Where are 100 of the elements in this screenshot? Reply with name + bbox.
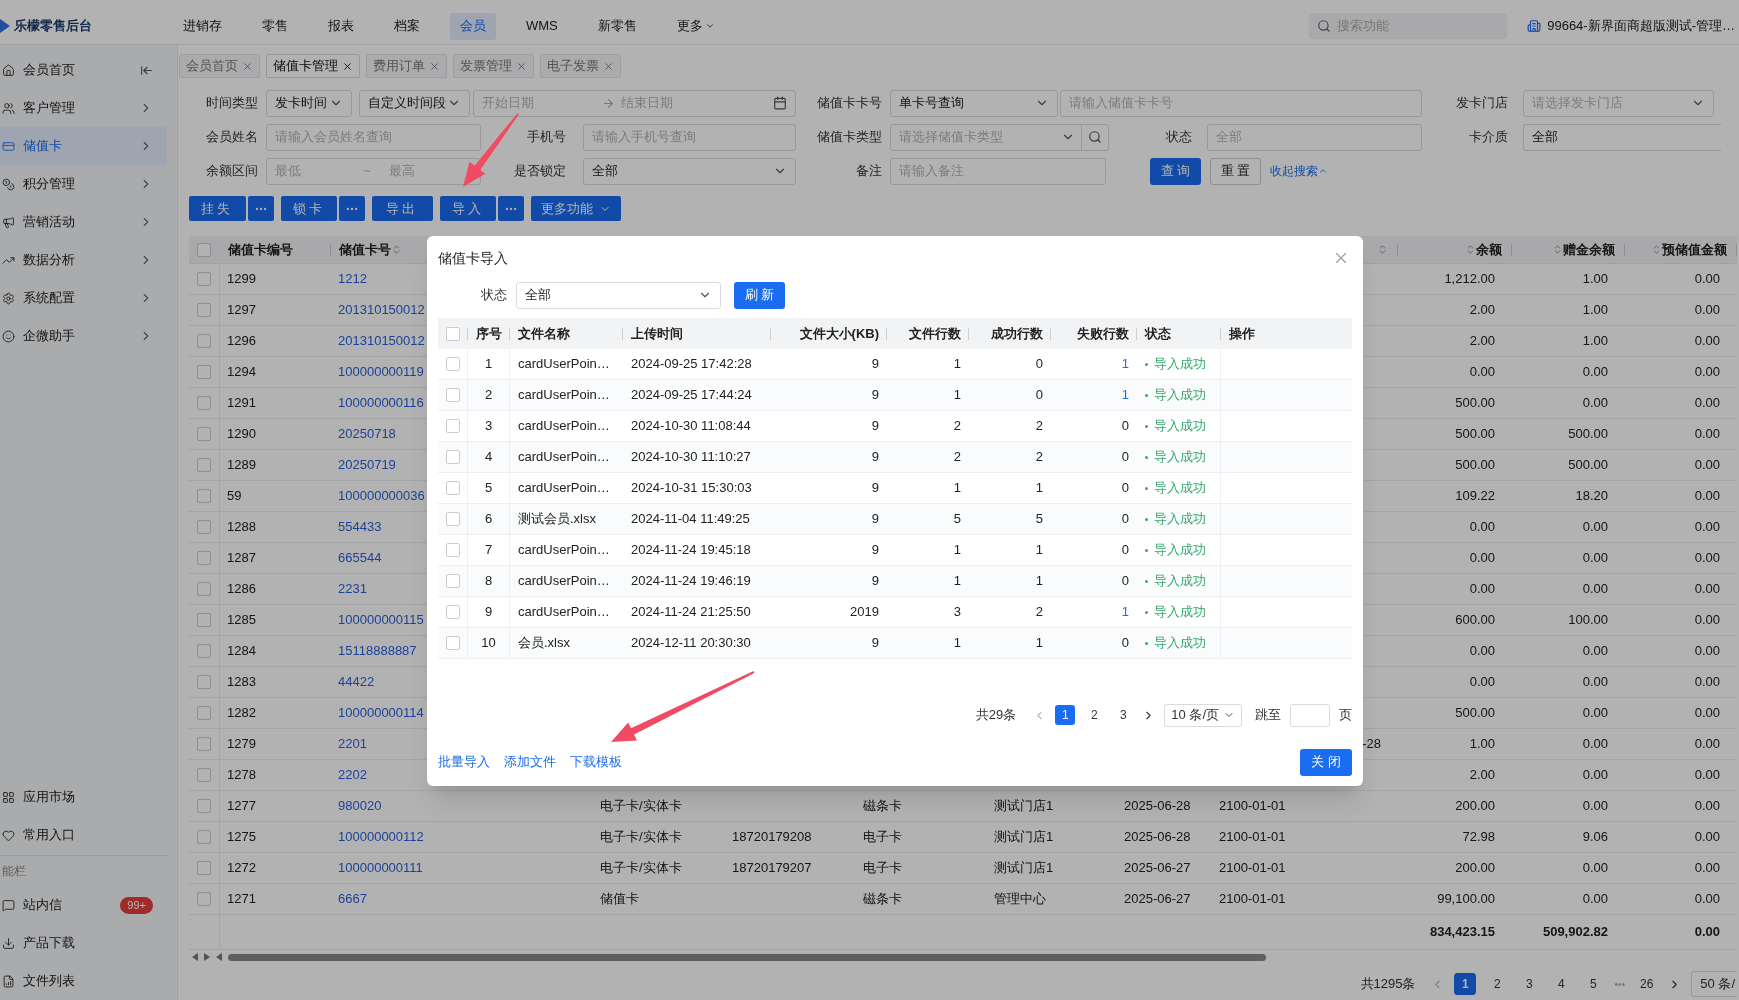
page-size-select[interactable]: 50 条/ <box>1691 971 1737 997</box>
scroll-left-icon[interactable] <box>192 953 198 961</box>
card-number-link[interactable]: 20250719 <box>338 455 396 475</box>
row-checkbox[interactable] <box>197 272 211 286</box>
footer-link[interactable]: 添加文件 <box>504 752 556 772</box>
row-checkbox[interactable] <box>197 675 211 689</box>
row-checkbox[interactable] <box>197 458 211 472</box>
card-number-link[interactable]: 100000000036 <box>338 486 425 506</box>
nav-menu-item[interactable]: WMS <box>516 12 568 40</box>
sidebar-item[interactable]: 积分管理 <box>0 165 167 203</box>
sidebar-item[interactable]: 客户管理 <box>0 89 167 127</box>
card-number-link[interactable]: 2201 <box>338 734 367 754</box>
card-number-link[interactable]: 2231 <box>338 579 367 599</box>
close-button[interactable]: 关闭 <box>1300 748 1352 776</box>
failed-count-link[interactable]: 1 <box>1121 602 1129 622</box>
action-button[interactable]: 导入 <box>439 196 496 221</box>
row-checkbox[interactable] <box>197 396 211 410</box>
locked-select[interactable]: 全部 <box>583 157 796 185</box>
row-checkbox[interactable] <box>445 543 460 557</box>
sidebar-item[interactable]: 储值卡 <box>0 127 167 165</box>
sidebar-item[interactable]: 文件列表 <box>0 962 177 1000</box>
sort-icon[interactable] <box>1651 244 1662 255</box>
footer-link[interactable]: 批量导入 <box>438 752 490 772</box>
row-checkbox[interactable] <box>197 303 211 317</box>
action-button[interactable]: 锁卡 <box>280 196 337 221</box>
sidebar-item[interactable]: 常用入口 <box>0 816 177 854</box>
sidebar-item[interactable]: 站内信 99+ <box>0 886 177 924</box>
row-checkbox[interactable] <box>445 574 460 588</box>
more-options-button[interactable] <box>498 196 524 221</box>
row-checkbox[interactable] <box>445 481 460 495</box>
row-checkbox[interactable] <box>197 892 211 906</box>
card-number-link[interactable]: 100000000115 <box>338 610 424 630</box>
row-checkbox[interactable] <box>197 489 211 503</box>
card-number-link[interactable]: 100000000111 <box>338 858 423 878</box>
row-checkbox[interactable] <box>197 520 211 534</box>
row-checkbox[interactable] <box>197 861 211 875</box>
status-select[interactable]: 全部 <box>516 281 721 309</box>
row-checkbox[interactable] <box>445 450 460 464</box>
sidebar-item[interactable]: 会员首页 <box>0 51 167 89</box>
row-checkbox[interactable] <box>445 636 460 650</box>
card-number-link[interactable]: 100000000119 <box>338 362 424 382</box>
sidebar-item[interactable]: 企微助手 <box>0 317 167 355</box>
card-number-link[interactable]: 15118888887 <box>338 641 417 661</box>
time-type-select[interactable]: 发卡时间 <box>266 89 352 117</box>
query-button[interactable]: 查询 <box>1150 157 1201 185</box>
row-checkbox[interactable] <box>197 551 211 565</box>
sort-icon[interactable] <box>1465 244 1476 255</box>
row-checkbox[interactable] <box>197 768 211 782</box>
card-number-link[interactable]: 201310150012 <box>338 331 425 351</box>
row-checkbox[interactable] <box>197 365 211 379</box>
page-button[interactable]: 1 <box>1454 973 1477 995</box>
page-tab[interactable]: 会员首页 <box>179 54 260 78</box>
more-options-button[interactable] <box>339 196 365 221</box>
card-number-link[interactable]: 6667 <box>338 889 367 909</box>
sidebar-item[interactable]: 产品下载 <box>0 924 177 962</box>
row-checkbox[interactable] <box>197 737 211 751</box>
select-all-checkbox[interactable] <box>197 242 211 257</box>
nav-menu-item[interactable]: 更多 <box>666 12 725 40</box>
card-number-link[interactable]: 100000000116 <box>338 393 424 413</box>
card-number-link[interactable]: 2202 <box>338 765 367 785</box>
page-size-select[interactable]: 10 条/页 <box>1164 703 1242 727</box>
sidebar-item[interactable]: 应用市场 <box>0 778 177 816</box>
action-button[interactable]: 导出 <box>372 196 433 221</box>
row-checkbox[interactable] <box>197 799 211 813</box>
store-selector[interactable]: 99664-新界面商超版测试-管理… <box>1547 16 1735 36</box>
page-tab[interactable]: 电子发票 <box>540 54 621 78</box>
close-tab-icon[interactable] <box>342 60 353 72</box>
row-checkbox[interactable] <box>197 706 211 720</box>
scroll-right-icon[interactable] <box>204 953 210 961</box>
more-functions-button[interactable]: 更多功能 <box>531 196 621 221</box>
sort-icon[interactable] <box>1552 244 1563 255</box>
row-checkbox[interactable] <box>445 388 460 402</box>
scroll-left-icon[interactable] <box>216 953 222 961</box>
card-number-link[interactable]: 201310150012 <box>338 300 425 320</box>
page-jump-input[interactable] <box>1290 703 1330 727</box>
card-medium-input[interactable]: 全部 <box>1523 123 1721 151</box>
page-button[interactable]: 1 <box>1055 705 1076 725</box>
refresh-button[interactable]: 刷新 <box>734 281 785 309</box>
sidebar-item[interactable]: 数据分析 <box>0 241 167 279</box>
scrollbar-thumb[interactable] <box>228 953 1266 961</box>
nav-menu-item[interactable]: 进销存 <box>173 12 232 40</box>
nav-menu-item[interactable]: 档案 <box>384 12 430 40</box>
card-number-link[interactable]: 665544 <box>338 548 382 568</box>
select-all-checkbox[interactable] <box>446 326 460 341</box>
footer-link[interactable]: 下载模板 <box>570 752 622 772</box>
page-tab[interactable]: 发票管理 <box>453 54 534 78</box>
nav-menu-item[interactable]: 零售 <box>252 12 298 40</box>
nav-menu-item[interactable]: 会员 <box>450 12 496 40</box>
row-checkbox[interactable] <box>445 357 460 371</box>
collapse-icon[interactable] <box>140 63 153 77</box>
card-number-link[interactable]: 554433 <box>338 517 382 537</box>
sort-icon[interactable] <box>1377 244 1388 255</box>
card-query-mode-select[interactable]: 单卡号查询 <box>890 89 1058 117</box>
collapse-search-link[interactable]: 收起搜索 <box>1270 162 1328 180</box>
row-checkbox[interactable] <box>445 419 460 433</box>
card-number-link[interactable]: 100000000112 <box>338 827 424 847</box>
card-number-link[interactable]: 1212 <box>338 269 367 289</box>
failed-count-link[interactable]: 1 <box>1121 354 1129 374</box>
page-tab[interactable]: 储值卡管理 <box>266 54 360 78</box>
time-range-select[interactable]: 自定义时间段 <box>359 89 470 117</box>
